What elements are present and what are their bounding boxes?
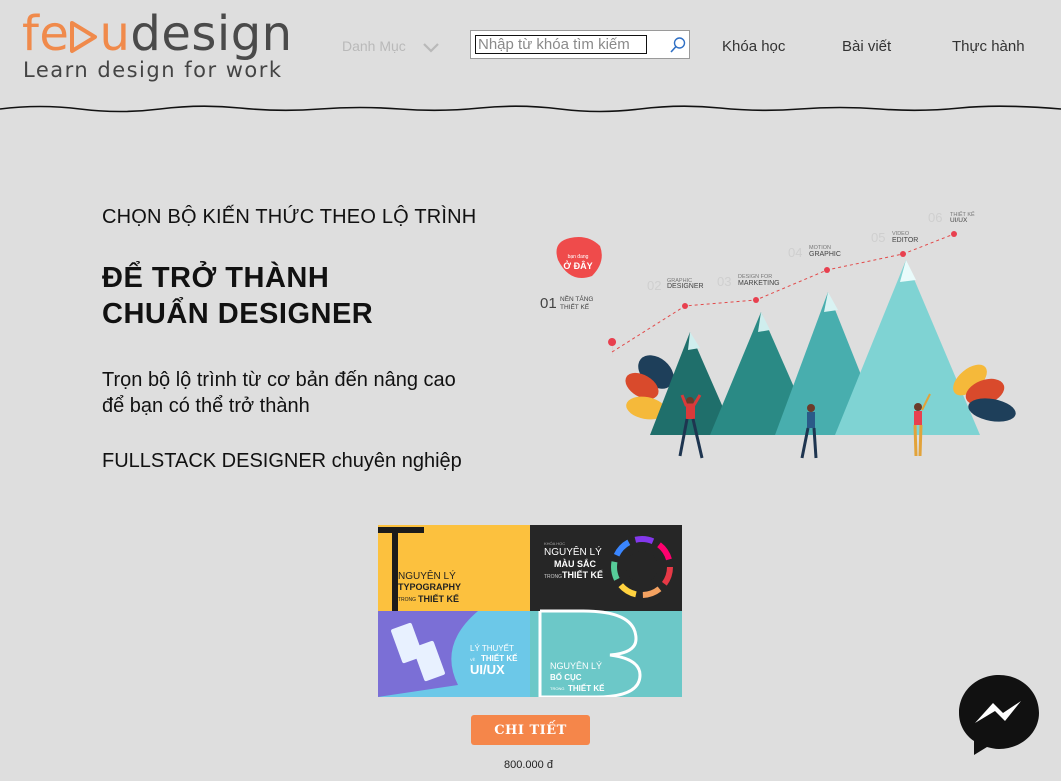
logo[interactable]: fe udesign Learn design for work	[22, 6, 302, 86]
course-bundle-image[interactable]: NGUYÊN LÝ TYPOGRAPHY TRONG THIẾT KẾ KHÓA…	[378, 525, 682, 697]
roadmap-illustration: bạn đang Ở ĐÂY 01 NỀN TẢNG THIẾT KẾ 02 G…	[540, 210, 1016, 459]
step-num: 05	[871, 230, 885, 245]
hero-title: ĐỂ TRỞ THÀNH CHUẨN DESIGNER	[102, 260, 373, 332]
hero-desc-line1: Trọn bộ lộ trình từ cơ bản đến nâng cao	[102, 369, 456, 391]
step-label: NỀN TẢNG	[560, 293, 593, 303]
tile3-line1: LÝ THUYẾT	[470, 643, 514, 653]
category-dropdown-label: Danh Mục	[342, 38, 406, 54]
header-divider	[0, 105, 1061, 113]
step-num: 02	[647, 278, 661, 293]
play-triangle-icon	[70, 21, 98, 53]
tile-layout	[530, 611, 682, 697]
course-price: 800.000 đ	[504, 759, 553, 771]
tile2-line3: TRONG	[544, 574, 562, 580]
tile4-line2: BỐ CỤC	[550, 672, 582, 682]
step-label: MARKETING	[738, 280, 780, 287]
step-label: EDITOR	[892, 237, 918, 244]
logo-part-u: u	[99, 6, 131, 62]
logo-part-design: design	[130, 6, 293, 62]
tile2-line1: NGUYÊN LÝ	[544, 545, 602, 558]
map-pin-icon	[608, 338, 617, 358]
site-header: fe udesign Learn design for work Danh Mục…	[0, 0, 1061, 113]
step-label: UI/UX	[950, 217, 968, 224]
logo-tagline: Learn design for work	[23, 58, 283, 82]
search-box	[470, 30, 690, 59]
category-dropdown[interactable]: Danh Mục	[342, 38, 439, 54]
hero-desc-line3: FULLSTACK DESIGNER chuyên nghiệp	[102, 450, 462, 472]
search-icon[interactable]	[669, 36, 687, 54]
badge-main-text: Ở ĐÂY	[563, 260, 592, 271]
nav-khoa-hoc[interactable]: Khóa học	[722, 38, 785, 55]
nav-thuc-hanh[interactable]: Thực hành	[952, 38, 1025, 55]
tile1-line2: TYPOGRAPHY	[398, 582, 461, 592]
hero-title-line2: CHUẨN DESIGNER	[102, 298, 374, 330]
logo-wordmark: fe udesign	[22, 6, 293, 62]
tile4-line4: THIẾT KẾ	[568, 683, 605, 693]
detail-button[interactable]: CHI TIẾT	[471, 715, 590, 745]
step-num: 03	[717, 274, 731, 289]
tile-color	[530, 525, 682, 611]
hero-desc-line2: để bạn có thể trở thành	[102, 395, 310, 417]
step-label: DESIGNER	[667, 283, 704, 290]
tile4-line3: TRONG	[550, 686, 564, 691]
hero-description: Trọn bộ lộ trình từ cơ bản đến nâng cao …	[102, 367, 502, 419]
search-input[interactable]	[475, 35, 647, 54]
messenger-icon[interactable]	[959, 675, 1039, 755]
step-num: 01	[540, 295, 557, 312]
step-label: GRAPHIC	[809, 251, 841, 258]
tile1-line3: TRONG	[398, 597, 416, 603]
chevron-down-icon	[423, 43, 439, 53]
logo-part-fe: fe	[22, 6, 70, 62]
tile4-line1: NGUYÊN LÝ	[550, 661, 602, 671]
tile1-line4: THIẾT KẾ	[418, 594, 459, 604]
tile1-line1: NGUYÊN LÝ	[398, 569, 456, 582]
badge-top-text: bạn đang	[568, 254, 589, 260]
step-num: 04	[788, 245, 802, 260]
tile2-line0: KHÓA HỌC	[544, 541, 565, 546]
hero-subtitle: CHỌN BỘ KIẾN THỨC THEO LỘ TRÌNH	[102, 206, 477, 228]
typography-letter-t	[378, 527, 424, 533]
hero-title-line1: ĐỂ TRỞ THÀNH	[102, 262, 330, 294]
step-num: 06	[928, 210, 942, 225]
tile2-line4: THIẾT KẾ	[562, 570, 603, 580]
tile3-line4: UI/UX	[470, 662, 505, 677]
nav-bai-viet[interactable]: Bài viết	[842, 38, 891, 55]
tile2-line2: MÀU SẮC	[554, 559, 596, 569]
